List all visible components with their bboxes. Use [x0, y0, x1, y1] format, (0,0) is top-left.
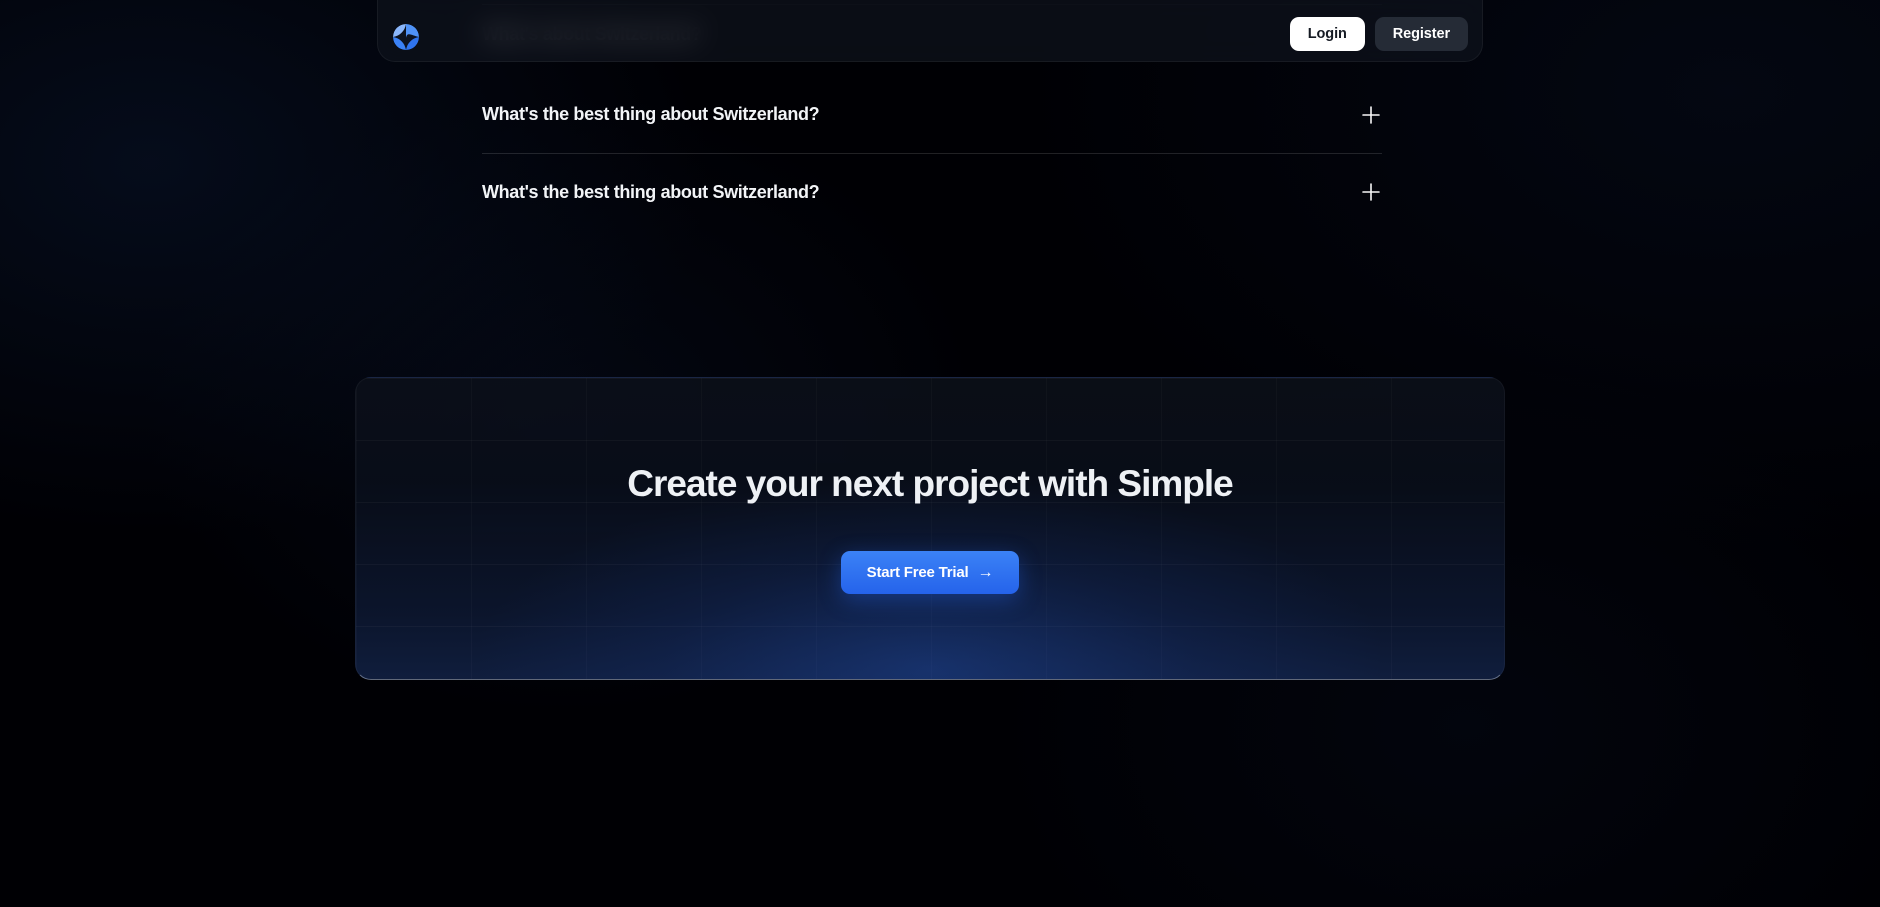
cta-card: Create your next project with Simple Sta…	[355, 377, 1505, 680]
landing-page: What's about Switzerland?	[0, 0, 1880, 907]
faq-item[interactable]: What's the best thing about Switzerland?	[482, 76, 1382, 153]
register-button[interactable]: Register	[1374, 17, 1468, 51]
site-footer: © Ease - All rights reserved. Product Fe…	[0, 700, 1880, 907]
plus-icon[interactable]	[1360, 181, 1382, 203]
four-petal-star-logo-icon[interactable]	[392, 23, 420, 51]
navbar-left	[392, 23, 1290, 51]
faq-accordion: What's the best thing about Switzerland?…	[482, 76, 1382, 230]
start-free-trial-button[interactable]: Start Free Trial →	[840, 551, 1020, 594]
arrow-right-icon: →	[977, 563, 994, 581]
faq-item[interactable]: What's the best thing about Switzerland?	[482, 153, 1382, 230]
cta-content: Create your next project with Simple Sta…	[356, 378, 1504, 679]
cta-button-label: Start Free Trial	[866, 564, 969, 581]
plus-icon[interactable]	[1360, 104, 1382, 126]
faq-question: What's the best thing about Switzerland?	[482, 181, 820, 202]
faq-question: What's the best thing about Switzerland?	[482, 104, 820, 124]
navbar-actions: Login Register	[1289, 17, 1468, 51]
login-button[interactable]: Login	[1289, 17, 1365, 51]
cta-title: Create your next project with Simple	[627, 463, 1233, 504]
top-navbar: Login Register	[377, 0, 1483, 62]
